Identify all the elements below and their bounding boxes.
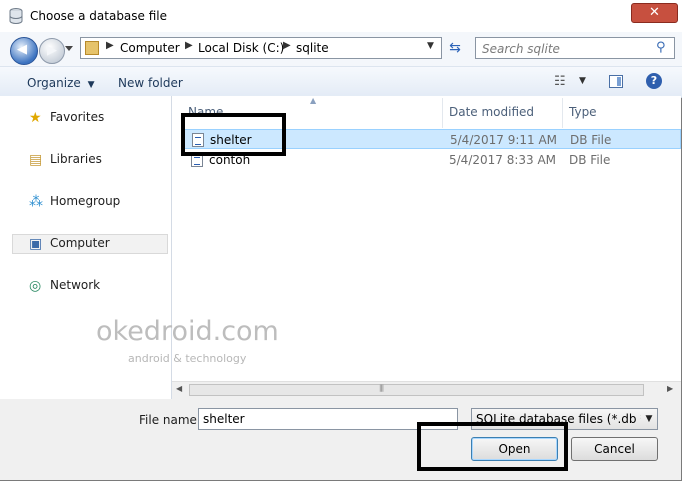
breadcrumb-computer[interactable]: Computer — [120, 41, 180, 55]
file-name-value: shelter — [203, 412, 245, 426]
organize-label: Organize — [27, 76, 81, 90]
chevron-right-icon[interactable]: ▶ — [283, 40, 291, 51]
refresh-button[interactable]: ⇆ — [444, 37, 466, 59]
sidebar-item-label: Computer — [50, 236, 110, 250]
horizontal-scrollbar[interactable]: ◀ ||| ▶ — [172, 381, 681, 399]
breadcrumb-sqlite[interactable]: sqlite — [296, 41, 329, 55]
chevron-down-icon: ▼ — [87, 80, 95, 90]
chevron-down-icon[interactable]: ▼ — [579, 76, 586, 86]
scroll-left-icon[interactable]: ◀ — [176, 384, 182, 393]
file-date: 5/4/2017 8:33 AM — [449, 153, 557, 167]
file-name-label: File name: — [139, 413, 201, 427]
library-icon: ▤ — [29, 152, 43, 168]
arrow-right-icon: ▶ — [47, 43, 57, 58]
watermark-brand: okedroid.com — [96, 316, 279, 347]
network-icon: ◎ — [29, 278, 42, 294]
close-button[interactable]: ✕ — [631, 3, 678, 23]
title-bar: Choose a database file ✕ — [0, 0, 682, 32]
column-divider[interactable] — [562, 98, 563, 128]
column-header-date[interactable]: Date modified — [449, 105, 534, 119]
column-divider[interactable] — [442, 98, 443, 128]
search-input[interactable] — [480, 40, 654, 58]
file-type: DB File — [570, 133, 612, 147]
highlight-box-shelter — [181, 113, 286, 156]
sidebar-item-label: Network — [50, 278, 101, 292]
file-type: DB File — [569, 153, 611, 167]
chevron-down-icon[interactable]: ▼ — [427, 41, 434, 51]
back-button[interactable]: ◀ — [10, 37, 38, 65]
sidebar-item-label: Libraries — [50, 152, 102, 166]
watermark-tagline: android & technology — [128, 352, 247, 365]
computer-icon: ▣ — [29, 236, 43, 252]
window-title: Choose a database file — [30, 9, 168, 23]
chevron-right-icon[interactable]: ▶ — [185, 40, 193, 51]
cancel-button[interactable]: Cancel — [571, 437, 658, 461]
chevron-down-icon[interactable]: ▼ — [641, 409, 657, 429]
organize-button[interactable]: Organize ▼ — [27, 76, 95, 90]
address-bar[interactable]: ▶ Computer ▶ Local Disk (C:) ▶ sqlite ▼ — [80, 37, 442, 59]
highlight-box-open — [417, 422, 568, 471]
folder-icon — [85, 41, 99, 55]
search-icon[interactable]: ⚲ — [656, 40, 666, 55]
chevron-right-icon[interactable]: ▶ — [106, 40, 114, 51]
recent-pages-dropdown[interactable] — [65, 46, 73, 52]
scrollbar-thumb[interactable] — [189, 384, 644, 396]
sidebar-item-label: Homegroup — [50, 194, 121, 208]
file-open-dialog: Choose a database file ✕ ◀ ▶ ▶ Computer … — [0, 0, 682, 481]
database-icon — [9, 8, 23, 24]
new-folder-button[interactable]: New folder — [118, 76, 183, 90]
breadcrumb-local-disk[interactable]: Local Disk (C:) — [198, 41, 284, 55]
search-box[interactable]: ⚲ — [475, 37, 675, 59]
homegroup-icon: ⁂ — [29, 194, 43, 210]
preview-pane-button[interactable] — [609, 75, 623, 88]
arrow-left-icon: ◀ — [17, 42, 27, 57]
refresh-icon: ⇆ — [449, 40, 461, 56]
view-options-icon[interactable]: ☷ — [554, 74, 570, 89]
scroll-right-icon[interactable]: ▶ — [667, 384, 673, 393]
forward-button[interactable]: ▶ — [39, 38, 65, 64]
star-icon: ★ — [29, 110, 42, 126]
column-header-type[interactable]: Type — [569, 105, 597, 119]
command-toolbar: Organize ▼ New folder ☷ ▼ ? — [0, 66, 682, 98]
sidebar-item-label: Favorites — [50, 110, 105, 124]
file-date: 5/4/2017 9:11 AM — [450, 133, 558, 147]
sort-ascending-icon: ▲ — [310, 96, 317, 105]
scrollbar-grip-icon: ||| — [379, 384, 384, 392]
help-icon[interactable]: ? — [646, 73, 662, 89]
